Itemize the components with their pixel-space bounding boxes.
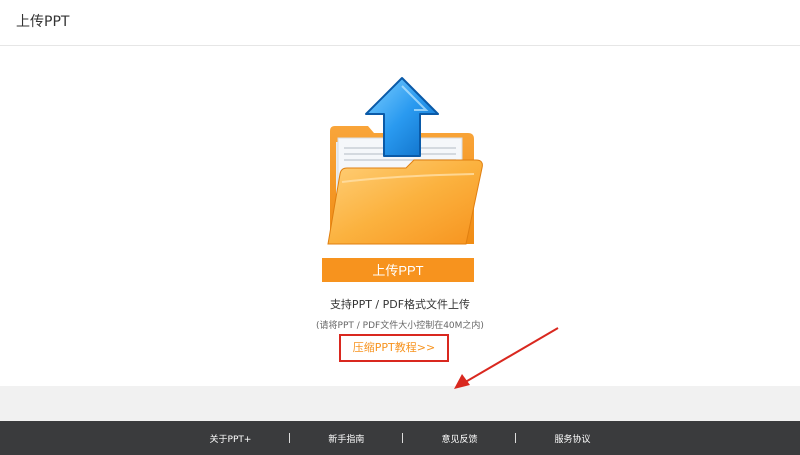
compress-ppt-tutorial-link[interactable]: 压缩PPT教程>>: [339, 334, 449, 362]
footer-link-terms[interactable]: 服务协议: [552, 432, 592, 445]
red-arrow-icon: [454, 327, 559, 389]
upload-ppt-button[interactable]: 上传PPT: [322, 258, 474, 282]
footer-divider: [402, 433, 404, 443]
page-footer: 关于PPT+ 新手指南 意见反馈 服务协议: [0, 421, 800, 455]
supported-formats-text: 支持PPT / PDF格式文件上传: [329, 298, 471, 311]
footer-link-about[interactable]: 关于PPT+: [208, 432, 254, 445]
page-header: 上传PPT: [0, 0, 800, 46]
folder-upload-icon[interactable]: [318, 76, 488, 251]
footer-link-feedback[interactable]: 意见反馈: [439, 432, 479, 445]
footer-link-guide[interactable]: 新手指南: [326, 432, 366, 445]
upload-panel: 上传PPT 支持PPT / PDF格式文件上传 (请将PPT / PDF文件大小…: [0, 46, 800, 389]
footer-nav: 关于PPT+ 新手指南 意见反馈 服务协议: [0, 421, 800, 455]
page-title: 上传PPT: [16, 14, 70, 30]
footer-divider: [515, 433, 517, 443]
footer-divider: [289, 433, 291, 443]
